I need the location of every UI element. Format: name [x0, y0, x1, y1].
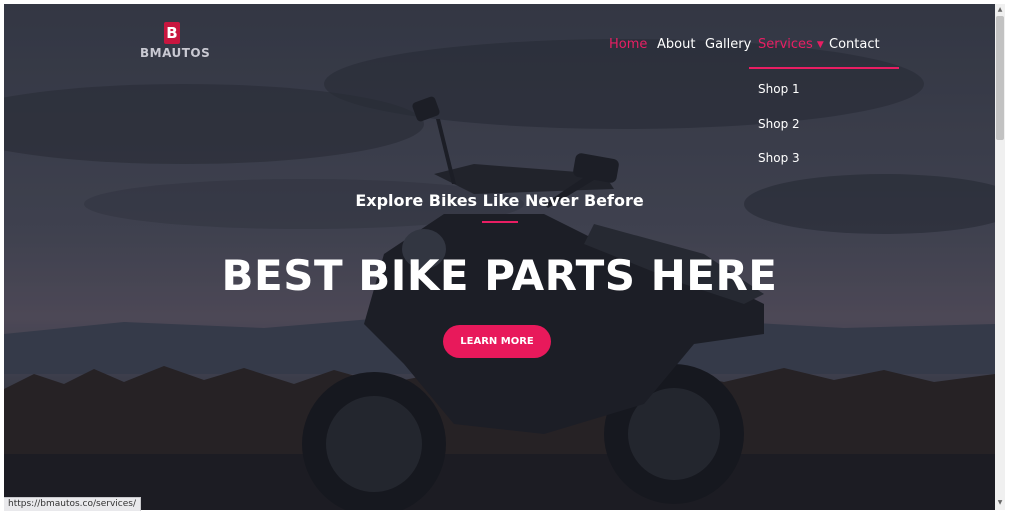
services-dropdown: Shop 1 Shop 2 Shop 3	[749, 67, 899, 179]
page-scrollbar[interactable]: ▲ ▼	[995, 4, 1005, 510]
scrollbar-thumb[interactable]	[996, 16, 1004, 140]
nav-item-services[interactable]: Services ▼	[758, 36, 824, 54]
nav-item-gallery[interactable]: Gallery	[705, 36, 751, 54]
hero-accent-underline	[482, 221, 518, 223]
nav-item-about[interactable]: About	[657, 36, 695, 54]
dropdown-item-shop-3[interactable]: Shop 3	[758, 150, 800, 166]
hero-title: BEST BIKE PARTS HERE	[221, 251, 778, 300]
hero-subtitle: Explore Bikes Like Never Before	[355, 191, 644, 210]
nav-item-services-label: Services	[758, 37, 813, 52]
status-bar-url: https://bmautos.co/services/	[4, 497, 141, 511]
learn-more-button[interactable]: LEARN MORE	[443, 325, 551, 358]
page-viewport: B BMAUTOS Home About Gallery Services ▼ C…	[4, 4, 995, 510]
scroll-up-arrow-icon[interactable]: ▲	[996, 6, 1004, 14]
scroll-down-arrow-icon[interactable]: ▼	[996, 499, 1004, 507]
chevron-down-icon: ▼	[816, 40, 824, 50]
site-logo[interactable]: B BMAUTOS	[140, 22, 211, 60]
nav-item-home[interactable]: Home	[609, 36, 647, 54]
nav-item-contact[interactable]: Contact	[829, 36, 880, 54]
logo-mark: B	[164, 22, 180, 44]
dropdown-item-shop-2[interactable]: Shop 2	[758, 116, 800, 132]
logo-text: BMAUTOS	[140, 46, 211, 60]
dropdown-item-shop-1[interactable]: Shop 1	[758, 81, 800, 97]
